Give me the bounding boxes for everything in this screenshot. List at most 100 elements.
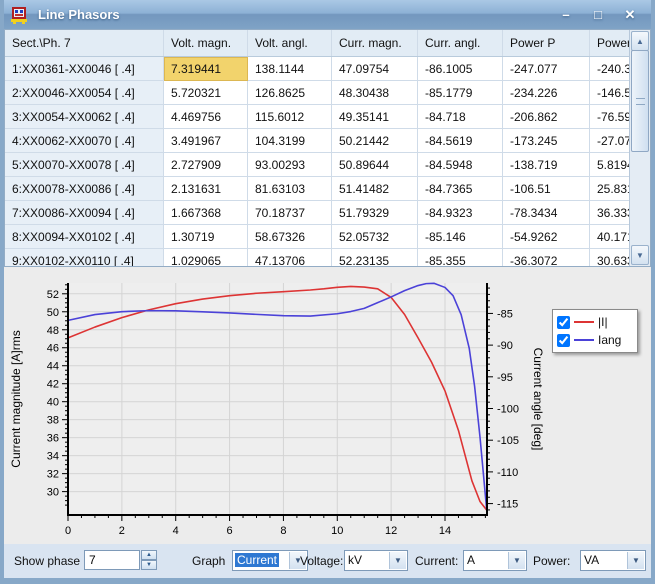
table-row: 4:XX0062-XX0070 [ .4]3.491967104.319950.… [5, 129, 651, 153]
spin-up-button[interactable]: ▲ [141, 550, 157, 560]
legend-checkbox[interactable] [557, 334, 570, 347]
table-cell[interactable]: -247.077 [503, 57, 590, 81]
column-header: Curr. angl. [418, 30, 503, 57]
table-cell[interactable]: -206.862 [503, 105, 590, 129]
table-cell[interactable]: 1.029065 [164, 249, 248, 268]
svg-text:2: 2 [119, 525, 125, 537]
scrollbar-thumb[interactable] [631, 50, 649, 152]
svg-text:0: 0 [65, 525, 71, 537]
svg-text:12: 12 [385, 525, 397, 537]
table-cell[interactable]: 58.67326 [248, 225, 332, 249]
table-cell[interactable]: 47.13706 [248, 249, 332, 268]
row-label-cell[interactable]: 7:XX0086-XX0094 [ .4] [5, 201, 164, 225]
table-cell[interactable]: 138.1144 [248, 57, 332, 81]
power-combo[interactable]: VA ▼ [580, 550, 646, 571]
table-cell[interactable]: -36.3072 [503, 249, 590, 268]
table-cell[interactable]: 50.21442 [332, 129, 418, 153]
current-combo[interactable]: A ▼ [463, 550, 527, 571]
table-cell[interactable]: 49.35141 [332, 105, 418, 129]
row-label-cell[interactable]: 5:XX0070-XX0078 [ .4] [5, 153, 164, 177]
table-cell[interactable]: -84.5619 [418, 129, 503, 153]
control-bar: Show phase ▲ ▼ Graph Current ▼ Voltage: … [4, 544, 651, 578]
column-header: Volt. magn. [164, 30, 248, 57]
table-cell[interactable]: 47.09754 [332, 57, 418, 81]
table-cell[interactable]: -54.9262 [503, 225, 590, 249]
table-cell[interactable]: 2.131631 [164, 177, 248, 201]
table-cell[interactable]: 1.30719 [164, 225, 248, 249]
row-label-cell[interactable]: 3:XX0054-XX0062 [ .4] [5, 105, 164, 129]
current-combo-value: A [467, 553, 475, 567]
graph-label: Graph [192, 554, 225, 568]
table-cell[interactable]: 115.6012 [248, 105, 332, 129]
legend-checkbox[interactable] [557, 316, 570, 329]
table-row: 7:XX0086-XX0094 [ .4]1.66736870.1873751.… [5, 201, 651, 225]
table-cell[interactable]: -85.355 [418, 249, 503, 268]
show-phase-input[interactable] [84, 550, 140, 570]
table-cell[interactable]: -84.7365 [418, 177, 503, 201]
graph-combo-value: Current [235, 553, 279, 567]
scroll-up-arrow-icon: ▲ [636, 37, 644, 46]
table-row: 3:XX0054-XX0062 [ .4]4.469756115.601249.… [5, 105, 651, 129]
table-cell[interactable]: -84.9323 [418, 201, 503, 225]
table-cell[interactable]: -86.1005 [418, 57, 503, 81]
svg-text:-115: -115 [497, 499, 518, 511]
power-label: Power: [533, 554, 570, 568]
row-label-cell[interactable]: 2:XX0046-XX0054 [ .4] [5, 81, 164, 105]
line-phasors-window: Line Phasors – □ ✕ Sect.\Ph. 7Volt. magn… [0, 0, 655, 584]
voltage-combo[interactable]: kV ▼ [344, 550, 408, 571]
table-cell[interactable]: 51.41482 [332, 177, 418, 201]
graph-combo[interactable]: Current ▼ [232, 550, 308, 571]
column-header: Curr. magn. [332, 30, 418, 57]
close-button[interactable]: ✕ [617, 7, 643, 23]
titlebar[interactable]: Line Phasors – □ ✕ [0, 0, 655, 29]
minimize-button[interactable]: – [553, 7, 579, 23]
table-cell[interactable]: 4.469756 [164, 105, 248, 129]
table-cell[interactable]: -85.1779 [418, 81, 503, 105]
spin-down-button[interactable]: ▼ [141, 560, 157, 570]
row-label-cell[interactable]: 4:XX0062-XX0070 [ .4] [5, 129, 164, 153]
voltage-combo-value: kV [348, 553, 362, 567]
table-cell[interactable]: -85.146 [418, 225, 503, 249]
table-cell[interactable]: 3.491967 [164, 129, 248, 153]
legend-item: Iang [557, 331, 633, 349]
show-phase-spinner: ▲ ▼ [141, 550, 157, 570]
table-cell[interactable]: 50.89644 [332, 153, 418, 177]
table-cell[interactable]: 5.720321 [164, 81, 248, 105]
table-cell[interactable]: -173.245 [503, 129, 590, 153]
row-label-cell[interactable]: 6:XX0078-XX0086 [ .4] [5, 177, 164, 201]
table-cell[interactable]: 81.63103 [248, 177, 332, 201]
window-title: Line Phasors [38, 7, 120, 22]
table-cell[interactable]: 48.30438 [332, 81, 418, 105]
row-label-cell[interactable]: 9:XX0102-XX0110 [ .4] [5, 249, 164, 268]
table-cell[interactable]: 52.23135 [332, 249, 418, 268]
right-axis-title: Current angle [deg] [531, 348, 545, 451]
vertical-scrollbar[interactable]: ▲ ▼ [629, 30, 650, 266]
table-cell[interactable]: 51.79329 [332, 201, 418, 225]
table-cell[interactable]: -78.3434 [503, 201, 590, 225]
table-cell[interactable]: -138.719 [503, 153, 590, 177]
table-cell[interactable]: 126.8625 [248, 81, 332, 105]
app-icon [10, 6, 30, 24]
table-cell[interactable]: 70.18737 [248, 201, 332, 225]
table-cell[interactable]: -106.51 [503, 177, 590, 201]
table-cell[interactable]: 1.667368 [164, 201, 248, 225]
table-cell[interactable]: 93.00293 [248, 153, 332, 177]
table-cell[interactable]: 2.727909 [164, 153, 248, 177]
maximize-button[interactable]: □ [585, 7, 611, 23]
svg-text:-85: -85 [497, 308, 513, 320]
table-row: 6:XX0078-XX0086 [ .4]2.13163181.6310351.… [5, 177, 651, 201]
voltage-dropdown-arrow-icon: ▼ [389, 552, 406, 569]
row-label-cell[interactable]: 1:XX0361-XX0046 [ .4] [5, 57, 164, 81]
table-cell[interactable]: 52.05732 [332, 225, 418, 249]
scroll-up-button[interactable]: ▲ [631, 31, 649, 51]
svg-text:46: 46 [47, 343, 59, 355]
spin-down-arrow-icon: ▼ [146, 562, 152, 568]
row-label-cell[interactable]: 8:XX0094-XX0102 [ .4] [5, 225, 164, 249]
table-cell[interactable]: -84.718 [418, 105, 503, 129]
table-cell[interactable]: -84.5948 [418, 153, 503, 177]
table-cell[interactable]: 7.319441 [164, 57, 248, 81]
table-cell[interactable]: 104.3199 [248, 129, 332, 153]
table-cell[interactable]: -234.226 [503, 81, 590, 105]
column-header: Volt. angl. [248, 30, 332, 57]
scroll-down-button[interactable]: ▼ [631, 245, 649, 265]
